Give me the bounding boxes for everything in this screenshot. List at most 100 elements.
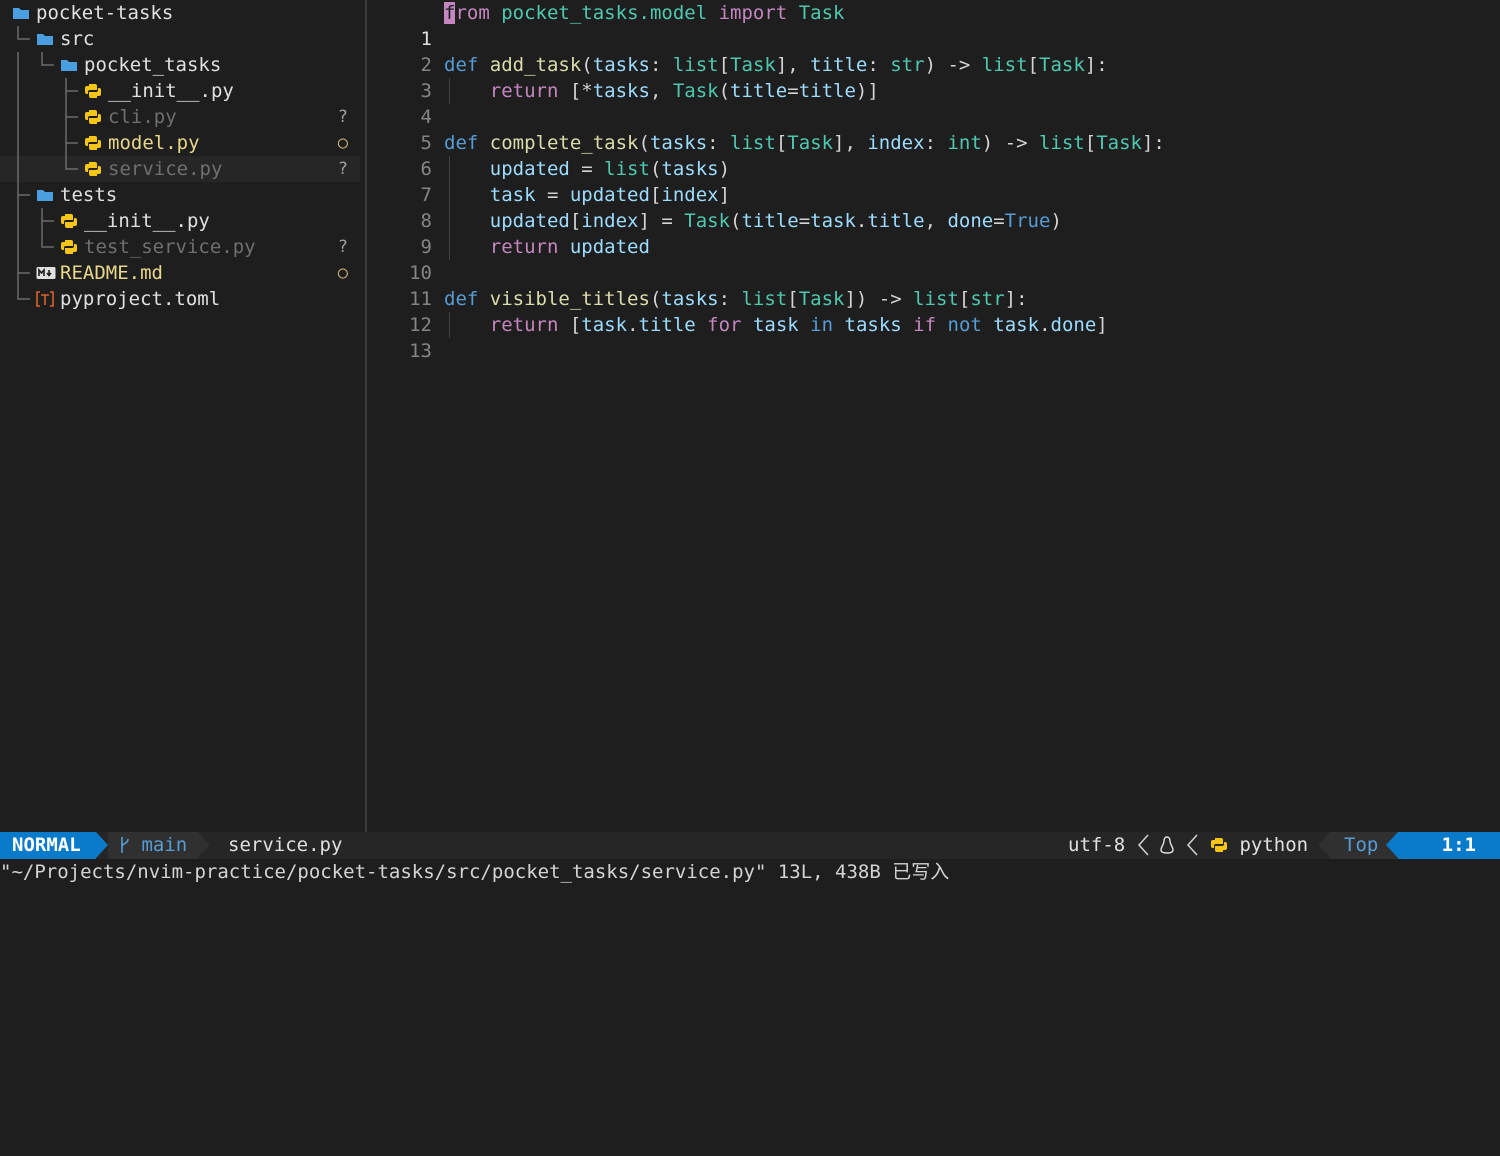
tree-item-pocket_tasks[interactable]: pocket_tasks [0, 52, 360, 78]
tree-item-label: pyproject.toml [60, 288, 221, 310]
tree-item-src[interactable]: src [0, 26, 360, 52]
code-line: 9 updated[index] = Task(title=task.title… [368, 208, 1500, 258]
window-split-divider[interactable] [365, 0, 367, 832]
code-text: task = updated[index] [489, 184, 731, 206]
git-untracked-badge: ? [337, 107, 348, 127]
python-icon [61, 214, 77, 228]
file-encoding: utf-8 [1068, 832, 1198, 859]
code-line: 6 def complete_task(tasks: list[Task], i… [368, 130, 1500, 180]
git-branch-name: main [141, 834, 188, 856]
tree-item-label: cli.py [108, 106, 177, 128]
tree-item-label: service.py [108, 158, 223, 180]
tree-guide [17, 130, 78, 156]
statusline: NORMAL main service.py utf-8 python Top … [0, 832, 1500, 859]
tree-item-tests[interactable]: tests [0, 182, 360, 208]
tree-item-label: model.py [108, 132, 200, 154]
statusline-filename: service.py [228, 834, 343, 856]
line-number: 13 [409, 340, 432, 362]
code-line: 12 def visible_titles(tasks: list[Task])… [368, 286, 1500, 336]
tree-item-label: tests [60, 184, 118, 206]
code-text: return updated [489, 236, 650, 258]
tree-item-service-py[interactable]: service.py ? [0, 156, 360, 182]
powerline-separator [198, 832, 210, 858]
tree-item-label: __init__.py [84, 210, 210, 232]
code-text: updated = list(tasks) [489, 158, 731, 180]
separator-left-icon [1186, 834, 1198, 856]
folder-open-icon [37, 190, 53, 201]
tree-item-readme-md[interactable]: README.md ○ [0, 260, 360, 286]
filetype-label: python [1239, 834, 1309, 856]
tree-item-label: README.md [60, 262, 163, 284]
toml-icon [36, 291, 54, 307]
tree-guide [17, 182, 30, 208]
tree-item-label: test_service.py [84, 236, 256, 258]
tree-item-tests-init-py[interactable]: __init__.py [0, 208, 360, 234]
python-icon [85, 162, 101, 176]
markdown-icon [36, 267, 56, 279]
code-line: 4 return [*tasks, Task(title=title)] [368, 78, 1500, 128]
tree-guide [17, 260, 30, 286]
code-line: 7 updated = list(tasks) [368, 156, 1500, 206]
code-text: updated[index] = Task(title=task.title, … [489, 210, 1062, 232]
folder-open-icon [37, 34, 53, 45]
python-icon [1211, 838, 1227, 852]
linux-icon [1160, 836, 1174, 854]
tree-item-model-py[interactable]: model.py ○ [0, 130, 360, 156]
code-text: from pocket_tasks.model import Task [444, 2, 845, 24]
code-line: 3 def add_task(tasks: list[Task], title:… [368, 52, 1500, 102]
git-branch[interactable]: main [108, 832, 198, 859]
tree-guide [17, 78, 78, 104]
code-text: def add_task(tasks: list[Task], title: s… [444, 54, 1108, 76]
tree-item-pocket-tasks[interactable]: pocket-tasks [0, 0, 360, 26]
tree-guide [17, 208, 54, 234]
tree-guide [17, 52, 54, 78]
code-text: def visible_titles(tasks: list[Task]) ->… [444, 288, 1028, 310]
python-icon [85, 84, 101, 98]
tree-item-label: __init__.py [108, 80, 234, 102]
mode-indicator: NORMAL [0, 832, 96, 859]
code-text: def complete_task(tasks: list[Task], ind… [444, 132, 1165, 154]
folder-open-icon [61, 60, 77, 71]
powerline-separator [1386, 832, 1398, 858]
tree-item-pyproject-toml[interactable]: pyproject.toml [0, 286, 360, 312]
code-line: 1 from pocket_tasks.model import Task [368, 0, 1500, 50]
text-cursor: f [444, 2, 456, 24]
filetype: python [1210, 832, 1308, 859]
code-line: 5 [368, 104, 1500, 154]
code-text: return [task.title for task in tasks if … [489, 314, 1108, 336]
powerline-separator [96, 832, 108, 858]
tree-item-cli-py[interactable]: cli.py ? [0, 104, 360, 130]
code-line: 11 [368, 260, 1500, 310]
tree-guide [17, 156, 78, 182]
tree-item-label: src [60, 28, 95, 50]
tree-item-test-service-py[interactable]: test_service.py ? [0, 234, 360, 260]
git-modified-badge: ○ [337, 263, 348, 283]
git-branch-icon [121, 837, 129, 853]
code-line: 13 return [task.title for task in tasks … [368, 312, 1500, 362]
git-untracked-badge: ? [337, 237, 348, 257]
tree-guide [17, 26, 30, 40]
python-icon [85, 136, 101, 150]
command-line[interactable]: "~/Projects/nvim-practice/pocket-tasks/s… [0, 859, 1500, 885]
git-modified-badge: ○ [337, 133, 348, 153]
separator-left-icon [1137, 834, 1149, 856]
powerline-separator [1318, 832, 1330, 858]
tree-guide [17, 234, 54, 260]
code-line: 2 [368, 26, 1500, 76]
code-line: 8 task = updated[index] [368, 182, 1500, 232]
folder-open-icon [13, 8, 29, 19]
python-icon [61, 240, 77, 254]
python-icon [85, 110, 101, 124]
file-encoding-label: utf-8 [1068, 834, 1126, 856]
code-text: return [*tasks, Task(title=title)] [489, 80, 879, 102]
file-tree: pocket-tasks src pocket_tasks __init__.p… [0, 0, 365, 832]
tree-item-label: pocket_tasks [84, 54, 222, 76]
tree-item-label: pocket-tasks [36, 2, 174, 24]
tree-guide [17, 286, 30, 300]
git-untracked-badge: ? [337, 159, 348, 179]
tree-item-init-py[interactable]: __init__.py [0, 78, 360, 104]
tree-guide [17, 104, 78, 130]
cursor-position: 1:1 [1398, 832, 1500, 859]
code-line: 10 return updated [368, 234, 1500, 284]
code-editor[interactable]: 1 from pocket_tasks.model import Task 2 … [368, 0, 1500, 832]
